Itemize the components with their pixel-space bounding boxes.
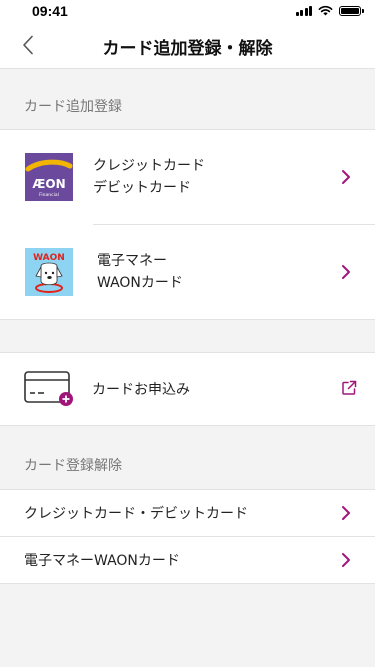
section-title-remove: カード登録解除 (24, 458, 122, 474)
battery-icon (339, 5, 364, 16)
credit-debit-card-label: クレジットカード デビットカード (93, 155, 205, 199)
card-application-label: カードお申込み (92, 382, 190, 398)
section-title-add: カード追加登録 (24, 99, 122, 115)
chevron-right-icon (342, 506, 350, 520)
remove-credit-debit-label: クレジットカード・デビットカード (24, 506, 248, 522)
chevron-right-icon (342, 265, 350, 279)
svg-text:Financial: Financial (39, 192, 59, 198)
e-money-text: 電子マネー (97, 253, 167, 269)
status-icons (295, 5, 364, 16)
wifi-icon (318, 5, 333, 16)
aeon-financial-logo-icon: ÆON Financial (25, 153, 73, 201)
card-application-row[interactable]: カードお申込み (0, 353, 375, 425)
add-waon-card-row[interactable]: WAON 電子マネー WAONカード (0, 225, 375, 319)
apply-group: カードお申込み (0, 352, 375, 426)
waon-dog-logo-icon: WAON (25, 248, 73, 296)
status-bar: 09:41 (0, 0, 375, 22)
chevron-right-icon (342, 553, 350, 567)
external-link-icon (342, 380, 357, 395)
status-time: 09:41 (32, 3, 68, 19)
remove-credit-debit-row[interactable]: クレジットカード・デビットカード (0, 490, 375, 536)
waon-card-text: WAONカード (97, 275, 183, 291)
debit-card-text: デビットカード (93, 180, 191, 196)
card-add-icon (24, 371, 73, 406)
signal-icon (295, 5, 312, 16)
credit-card-text: クレジットカード (93, 158, 205, 174)
add-credit-debit-card-row[interactable]: ÆON Financial クレジットカード デビットカード (0, 130, 375, 224)
nav-bar: カード追加登録・解除 (0, 22, 375, 69)
svg-text:WAON: WAON (33, 253, 65, 263)
svg-text:ÆON: ÆON (32, 177, 65, 191)
waon-card-label: 電子マネー WAONカード (97, 250, 183, 294)
remove-waon-row[interactable]: 電子マネーWAONカード (0, 537, 375, 583)
remove-waon-label: 電子マネーWAONカード (24, 553, 180, 569)
remove-card-group: クレジットカード・デビットカード 電子マネーWAONカード (0, 489, 375, 584)
add-card-group: ÆON Financial クレジットカード デビットカード WAON 電子マネ… (0, 129, 375, 320)
page-title: カード追加登録・解除 (102, 39, 273, 59)
chevron-right-icon (342, 170, 350, 184)
